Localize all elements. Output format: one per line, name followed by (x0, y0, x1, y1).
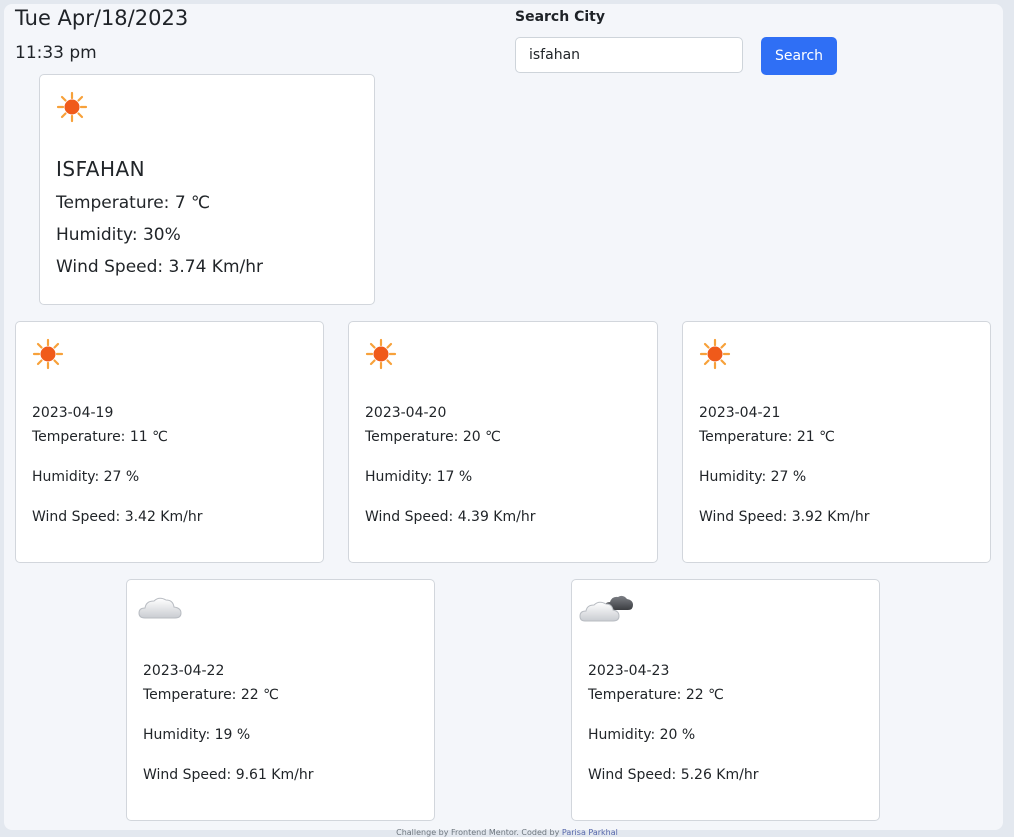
cloudy-icon (579, 592, 635, 630)
forecast-card: 2023-04-20 Temperature: 20 ℃ Humidity: 1… (348, 321, 658, 563)
forecast-date: 2023-04-23 (588, 663, 670, 679)
forecast-wind-speed: Wind Speed: 4.39 Km/hr (365, 509, 536, 525)
sun-icon (699, 338, 731, 374)
cloud-icon (137, 592, 183, 628)
forecast-card: 2023-04-21 Temperature: 21 ℃ Humidity: 2… (682, 321, 991, 563)
search-button[interactable]: Search (761, 37, 837, 75)
sun-icon (365, 338, 397, 374)
forecast-temperature: Temperature: 22 ℃ (143, 687, 279, 703)
forecast-card: 2023-04-23 Temperature: 22 ℃ Humidity: 2… (571, 579, 880, 821)
sun-icon (56, 91, 88, 127)
forecast-humidity: Humidity: 27 % (699, 469, 807, 485)
current-wind-speed: Wind Speed: 3.74 Km/hr (56, 257, 264, 277)
forecast-humidity: Humidity: 17 % (365, 469, 473, 485)
forecast-humidity: Humidity: 20 % (588, 727, 696, 743)
current-date: Tue Apr/18/2023 (15, 6, 189, 30)
current-weather-card: ISFAHAN Temperature: 7 ℃ Humidity: 30% W… (39, 74, 375, 305)
forecast-wind-speed: Wind Speed: 3.92 Km/hr (699, 509, 870, 525)
forecast-temperature: Temperature: 21 ℃ (699, 429, 835, 445)
search-city-input[interactable] (515, 37, 743, 73)
forecast-date: 2023-04-20 (365, 405, 447, 421)
forecast-date: 2023-04-21 (699, 405, 781, 421)
forecast-wind-speed: Wind Speed: 5.26 Km/hr (588, 767, 759, 783)
forecast-date: 2023-04-19 (32, 405, 114, 421)
forecast-humidity: Humidity: 19 % (143, 727, 251, 743)
forecast-temperature: Temperature: 22 ℃ (588, 687, 724, 703)
forecast-card: 2023-04-19 Temperature: 11 ℃ Humidity: 2… (15, 321, 324, 563)
current-time: 11:33 pm (15, 43, 97, 63)
forecast-wind-speed: Wind Speed: 9.61 Km/hr (143, 767, 314, 783)
sun-icon (32, 338, 64, 374)
search-city-label: Search City (515, 9, 605, 25)
forecast-temperature: Temperature: 11 ℃ (32, 429, 168, 445)
forecast-humidity: Humidity: 27 % (32, 469, 140, 485)
forecast-card: 2023-04-22 Temperature: 22 ℃ Humidity: 1… (126, 579, 435, 821)
forecast-temperature: Temperature: 20 ℃ (365, 429, 501, 445)
forecast-date: 2023-04-22 (143, 663, 225, 679)
current-temperature: Temperature: 7 ℃ (56, 193, 211, 213)
current-humidity: Humidity: 30% (56, 225, 181, 245)
city-name: ISFAHAN (56, 157, 146, 181)
forecast-wind-speed: Wind Speed: 3.42 Km/hr (32, 509, 203, 525)
